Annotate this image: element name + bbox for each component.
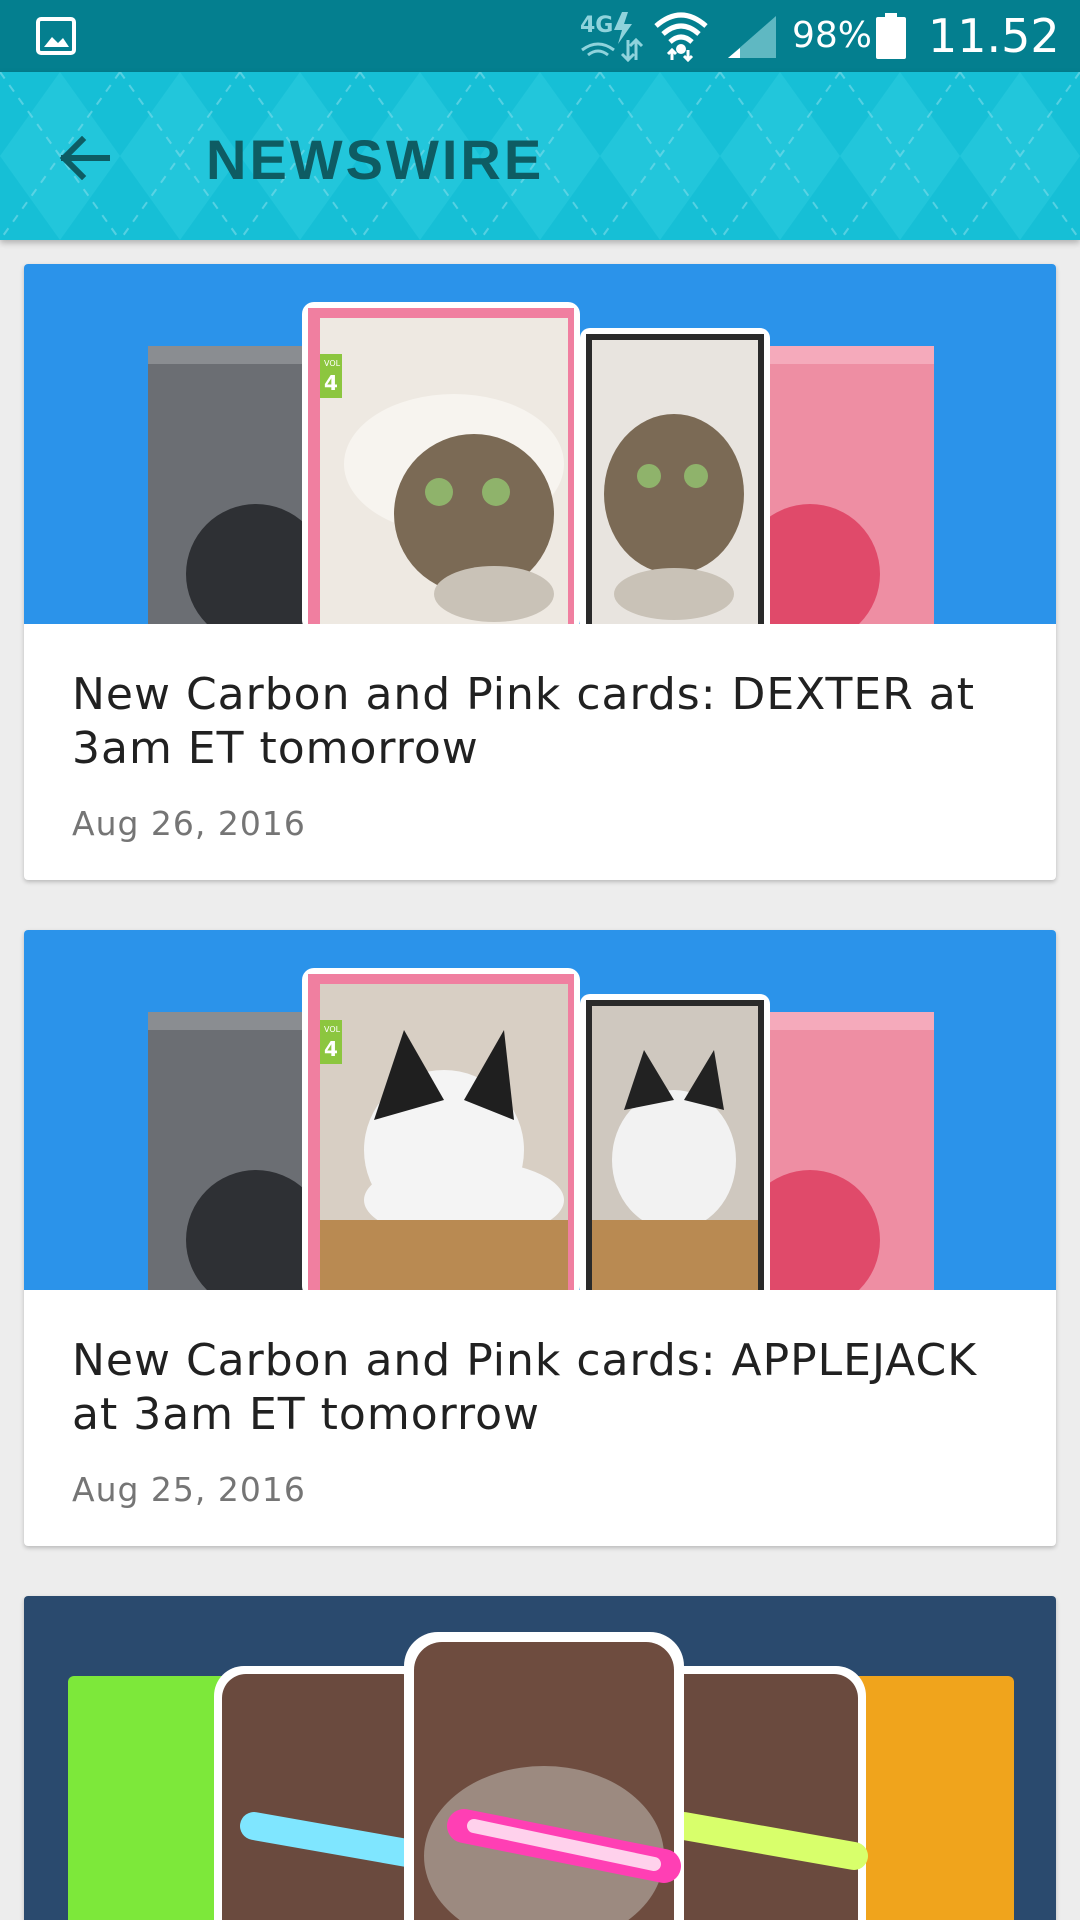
gallery-icon xyxy=(36,17,76,55)
svg-text:4: 4 xyxy=(324,1037,338,1061)
news-card-image: VOL 4 xyxy=(24,930,1056,1290)
wifi-icon xyxy=(654,12,708,62)
svg-text:VOL: VOL xyxy=(324,359,341,368)
news-card-image xyxy=(24,1596,1056,1920)
news-headline: New Carbon and Pink cards: DEXTER at 3am… xyxy=(72,669,976,774)
status-bar: 4G 98% 11.52 xyxy=(0,0,1080,72)
battery-percent: 98% xyxy=(792,15,873,56)
news-card[interactable]: VOL 4 New Carbon and Pink cards: DEXTER … xyxy=(24,264,1056,880)
svg-text:4: 4 xyxy=(324,371,338,395)
news-date: Aug 26, 2016 xyxy=(72,804,306,843)
arrow-back-icon xyxy=(59,136,110,180)
back-button[interactable] xyxy=(44,118,124,198)
news-card[interactable] xyxy=(24,1596,1056,1920)
signal-icon xyxy=(728,16,776,58)
news-card-image: VOL 4 xyxy=(24,264,1056,624)
svg-text:4G: 4G xyxy=(580,13,613,38)
network-4g-icon: 4G xyxy=(580,12,644,62)
news-date: Aug 25, 2016 xyxy=(72,1470,306,1509)
news-headline: New Carbon and Pink cards: APPLEJACK at … xyxy=(72,1335,978,1440)
svg-text:VOL: VOL xyxy=(324,1025,341,1034)
battery-icon xyxy=(876,13,906,59)
news-card[interactable]: VOL 4 New Carbon and Pink cards: APPLEJA… xyxy=(24,930,1056,1546)
clock: 11.52 xyxy=(928,9,1060,63)
app-bar: NEWSWIRE xyxy=(0,72,1080,240)
page-title: NEWSWIRE xyxy=(206,128,545,191)
